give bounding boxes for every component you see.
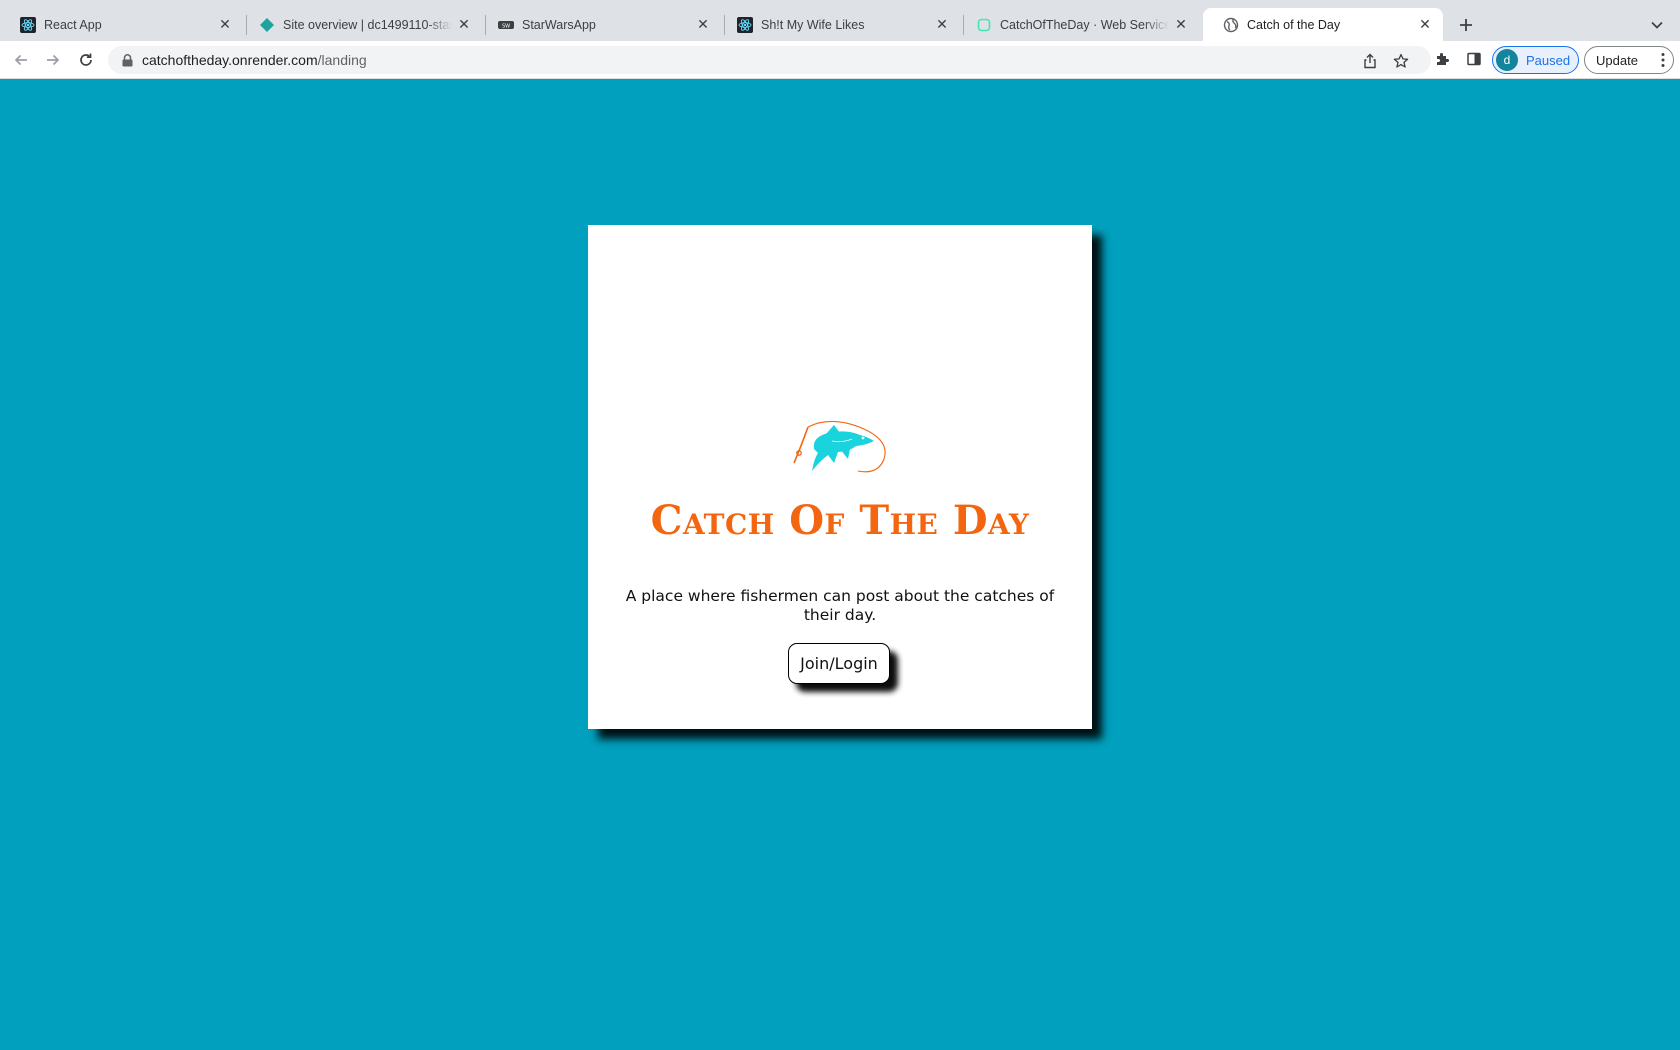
close-icon[interactable]: ✕ [1173,16,1189,33]
netlify-icon [259,17,275,33]
tab-starwarsapp[interactable]: SW StarWarsApp ✕ [478,8,721,41]
url-path: /landing [317,52,367,68]
tab-title: Sh!t My Wife Likes [761,17,865,32]
share-icon[interactable] [1361,52,1379,70]
fish-logo-icon [792,419,888,481]
tab-react-app[interactable]: React App ✕ [0,8,243,41]
url-text: catchoftheday.onrender.com/landing [142,52,367,68]
close-icon[interactable]: ✕ [456,16,472,33]
close-icon[interactable]: ✕ [217,16,233,33]
arrow-right-icon [47,54,60,66]
tab-catch-of-the-day[interactable]: Catch of the Day ✕ [1203,8,1443,41]
extensions-icon[interactable] [1432,49,1452,69]
avatar: d [1496,49,1518,71]
plus-icon [1460,19,1472,31]
tab-title: React App [44,17,102,32]
tagline: A place where fishermen can post about t… [625,587,1055,624]
svg-text:SW: SW [502,23,510,29]
update-label: Update [1596,52,1638,68]
globe-icon [1223,17,1239,33]
tab-search-button[interactable] [1646,14,1668,36]
tab-title: StarWarsApp [522,17,596,32]
close-icon[interactable]: ✕ [1417,16,1433,33]
browser-toolbar: catchoftheday.onrender.com/landing d Pau… [0,41,1680,79]
arrow-left-icon [14,54,27,66]
tab-title: CatchOfTheDay · Web Service [1000,17,1169,32]
url-host: catchoftheday.onrender.com [142,52,318,68]
profile-button[interactable]: d Paused [1492,46,1580,74]
bookmark-star-icon[interactable] [1392,52,1410,70]
react-icon [20,16,36,33]
tab-wife-likes[interactable]: Sh!t My Wife Likes ✕ [717,8,960,41]
tab-title: Site overview | dc1499110-starwars [283,17,452,32]
chevron-down-icon [1651,21,1663,29]
page-title: Catch Of The Day [650,497,1030,544]
close-icon[interactable]: ✕ [695,16,711,33]
lock-icon[interactable] [120,53,134,67]
tab-title: Catch of the Day [1247,17,1341,32]
reload-button[interactable] [75,49,97,71]
tab-strip: React App ✕ Site overview | dc1499110-st… [0,0,1680,41]
render-icon [976,17,992,33]
landing-card: Catch Of The Day A place where fishermen… [588,225,1092,729]
close-icon[interactable]: ✕ [934,16,950,33]
join-login-button[interactable]: Join/Login [788,643,890,684]
forward-button[interactable] [42,49,64,71]
back-button[interactable] [10,49,32,71]
tab-netlify[interactable]: Site overview | dc1499110-starwars ✕ [239,8,482,41]
address-bar[interactable]: catchoftheday.onrender.com/landing [108,46,1431,74]
more-menu-icon[interactable] [1661,52,1665,68]
react-icon [737,16,753,33]
reload-icon [80,53,92,66]
tab-render-service[interactable]: CatchOfTheDay · Web Service ✕ [956,8,1199,41]
side-panel-icon[interactable] [1464,49,1484,69]
update-button[interactable]: Update [1584,46,1674,74]
profile-status: Paused [1526,52,1571,68]
starwars-icon: SW [498,17,514,33]
new-tab-button[interactable] [1453,12,1479,38]
